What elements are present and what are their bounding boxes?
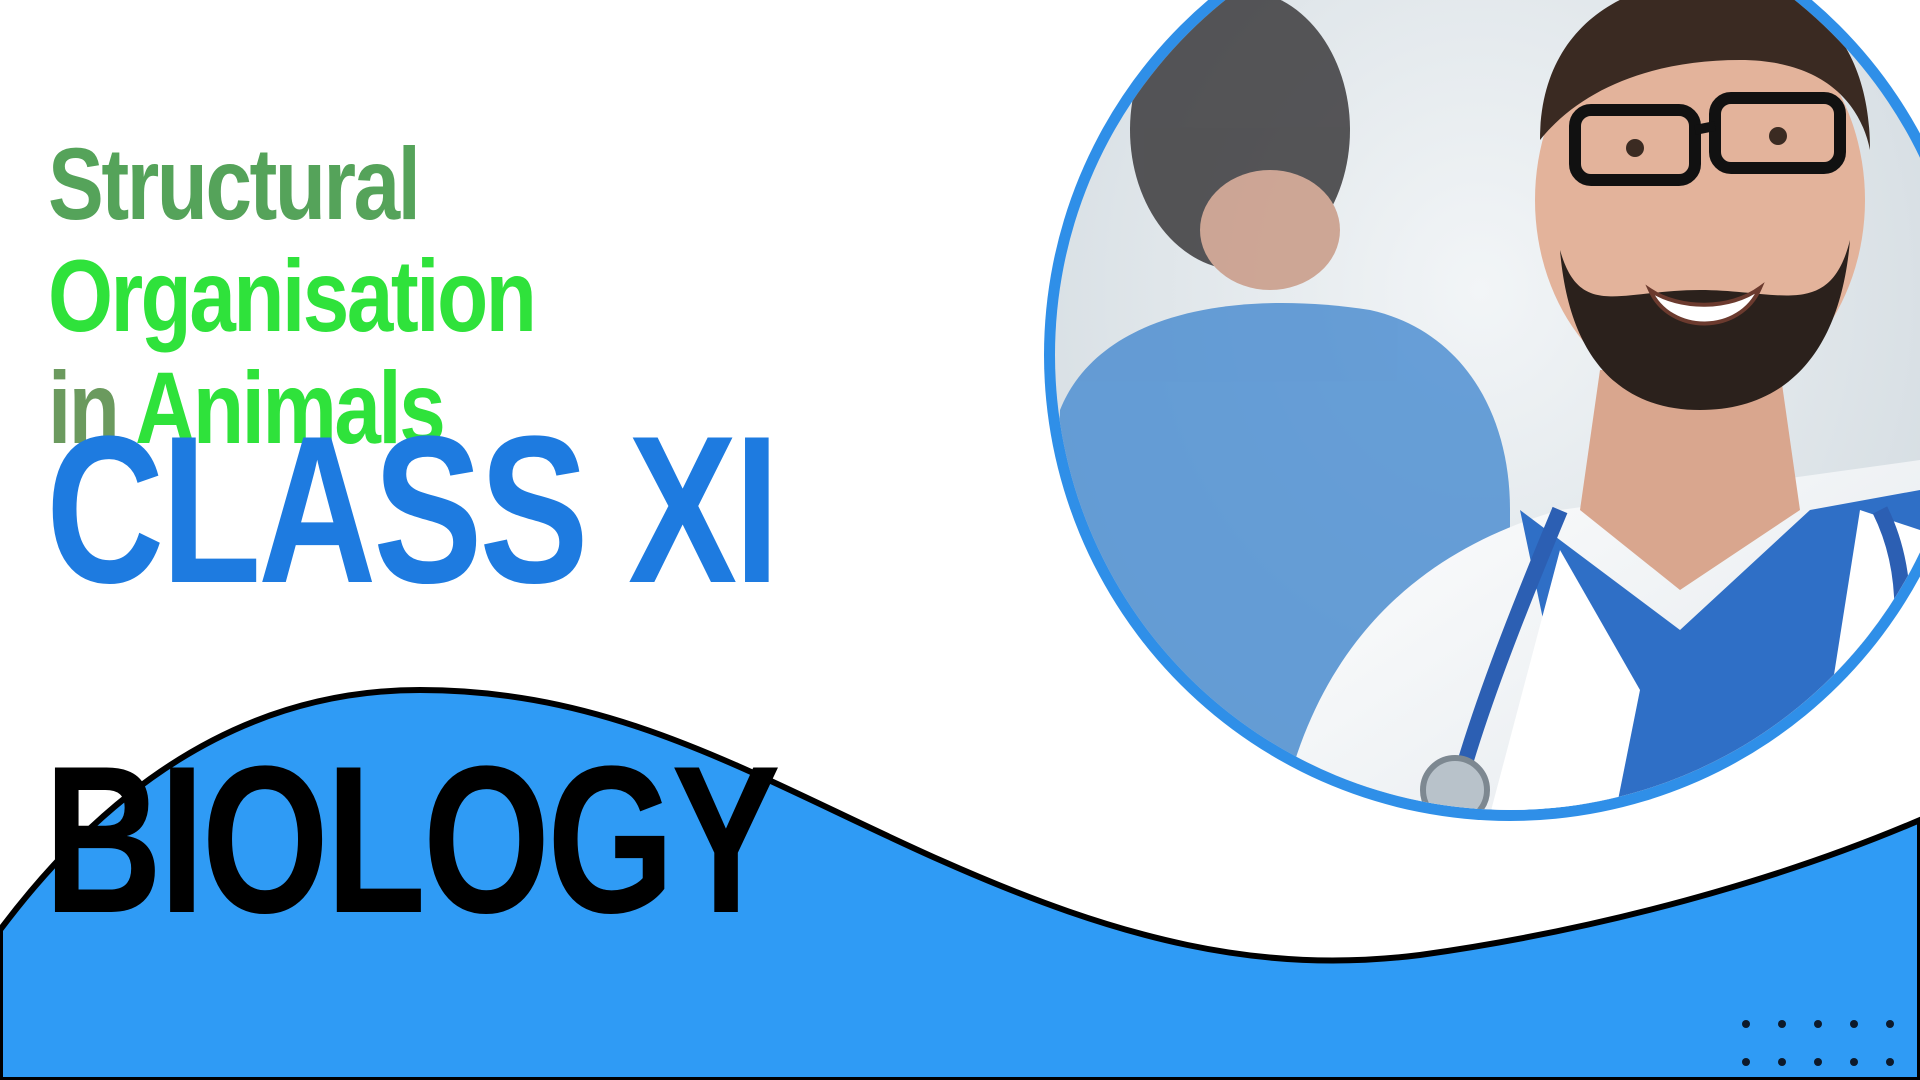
class-label: CLASS XI (46, 392, 780, 627)
dot (1850, 1020, 1858, 1028)
dot (1742, 1058, 1750, 1066)
dot (1778, 1058, 1786, 1066)
title-word-organisation: Organisation (48, 239, 537, 353)
dot (1850, 1058, 1858, 1066)
dot (1778, 1020, 1786, 1028)
thumbnail-canvas: Structural Organisation in Animals CLASS … (0, 0, 1920, 1080)
dot (1814, 1020, 1822, 1028)
dot-grid-decoration (1742, 1020, 1896, 1066)
doctor-photo (1044, 0, 1920, 821)
title-word-structural: Structural (48, 127, 421, 241)
dot (1886, 1020, 1894, 1028)
dot (1742, 1020, 1750, 1028)
subject-label: BIOLOGY (44, 722, 781, 957)
dot (1814, 1058, 1822, 1066)
dot (1886, 1058, 1894, 1066)
